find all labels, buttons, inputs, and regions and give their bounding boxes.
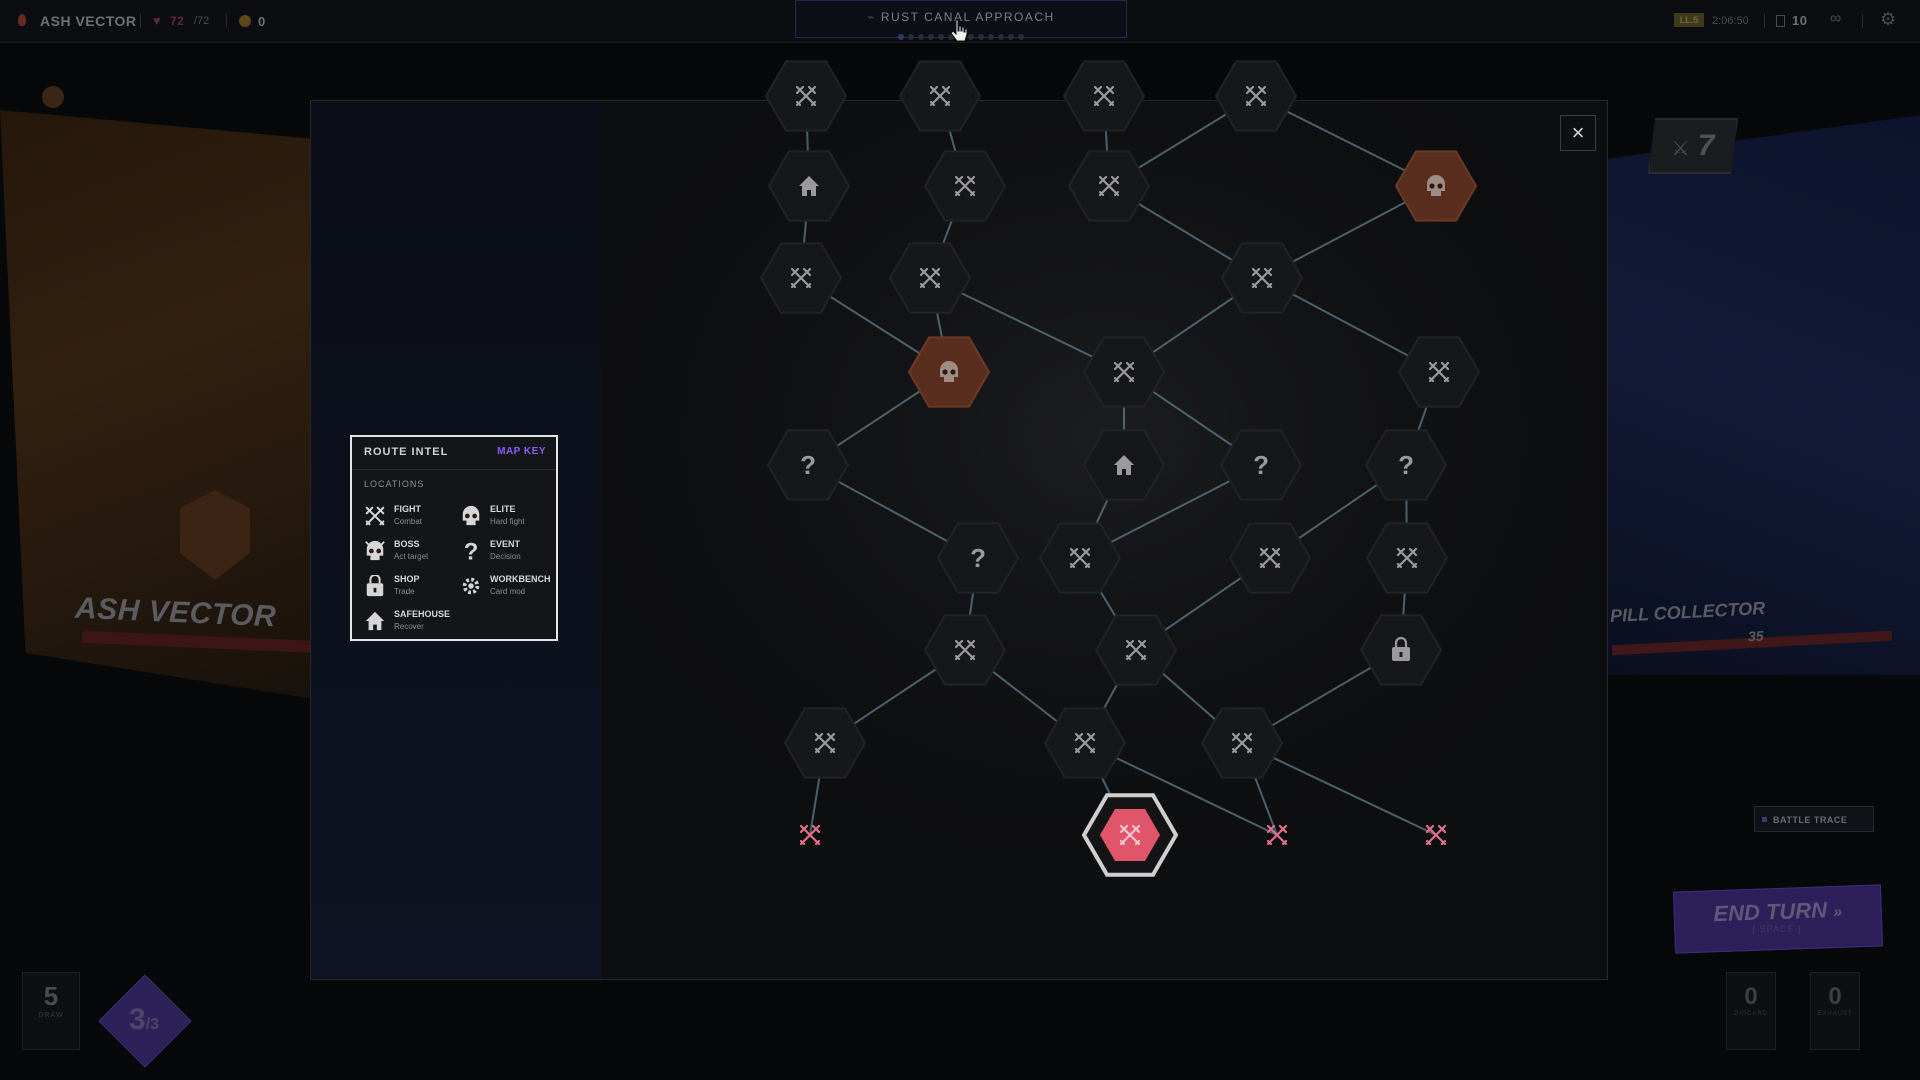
legend-title: ROUTE INTEL: [364, 446, 449, 458]
legend-item-name: EVENT: [490, 539, 521, 549]
legend-item-name: SAFEHOUSE: [394, 609, 451, 619]
legend-item-name: FIGHT: [394, 504, 421, 514]
close-icon: ×: [1571, 120, 1585, 145]
legend-item-desc: Hard fight: [490, 517, 525, 526]
legend-item-desc: Combat: [394, 517, 423, 526]
map-legend: ROUTE INTEL MAP KEY LOCATIONS FIGHT Comba…: [350, 435, 558, 641]
legend-item-desc: Trade: [394, 587, 415, 596]
fight-icon: [365, 506, 385, 526]
legend-item-desc: Act target: [394, 552, 429, 561]
route-map: ????: [600, 60, 1607, 931]
shop-icon: [366, 575, 384, 597]
legend-item-name: ELITE: [490, 504, 516, 514]
map-node-fight[interactable]: [1081, 793, 1179, 877]
boss-icon: [365, 540, 385, 561]
legend-item-elite: ELITE Hard fight: [460, 503, 556, 533]
legend-item-workbench: WORKBENCH Card mod: [460, 573, 556, 603]
map-key-tab[interactable]: MAP KEY: [497, 446, 546, 457]
workbench-icon: [462, 577, 480, 595]
legend-item-fight: FIGHT Combat: [364, 503, 460, 533]
legend-item-desc: Recover: [394, 622, 424, 631]
legend-subtitle: LOCATIONS: [364, 479, 425, 489]
safehouse-icon: [365, 611, 385, 631]
divider: [352, 469, 556, 470]
legend-item-event: ? EVENT Decision: [460, 538, 556, 568]
svg-text:?: ?: [800, 450, 816, 480]
legend-item-boss: BOSS Act target: [364, 538, 460, 568]
legend-item-name: BOSS: [394, 539, 420, 549]
legend-item-name: WORKBENCH: [490, 574, 551, 584]
legend-item-name: SHOP: [394, 574, 420, 584]
svg-text:?: ?: [1253, 450, 1269, 480]
legend-item-safehouse: SAFEHOUSE Recover: [364, 608, 460, 638]
svg-text:?: ?: [464, 540, 479, 562]
elite-icon: [462, 505, 480, 526]
legend-item-desc: Card mod: [490, 587, 526, 596]
event-icon: ?: [464, 540, 479, 562]
close-map-button[interactable]: ×: [1560, 115, 1596, 151]
svg-text:?: ?: [1398, 450, 1414, 480]
legend-item-shop: SHOP Trade: [364, 573, 460, 603]
svg-text:?: ?: [970, 543, 986, 573]
legend-item-desc: Decision: [490, 552, 521, 561]
